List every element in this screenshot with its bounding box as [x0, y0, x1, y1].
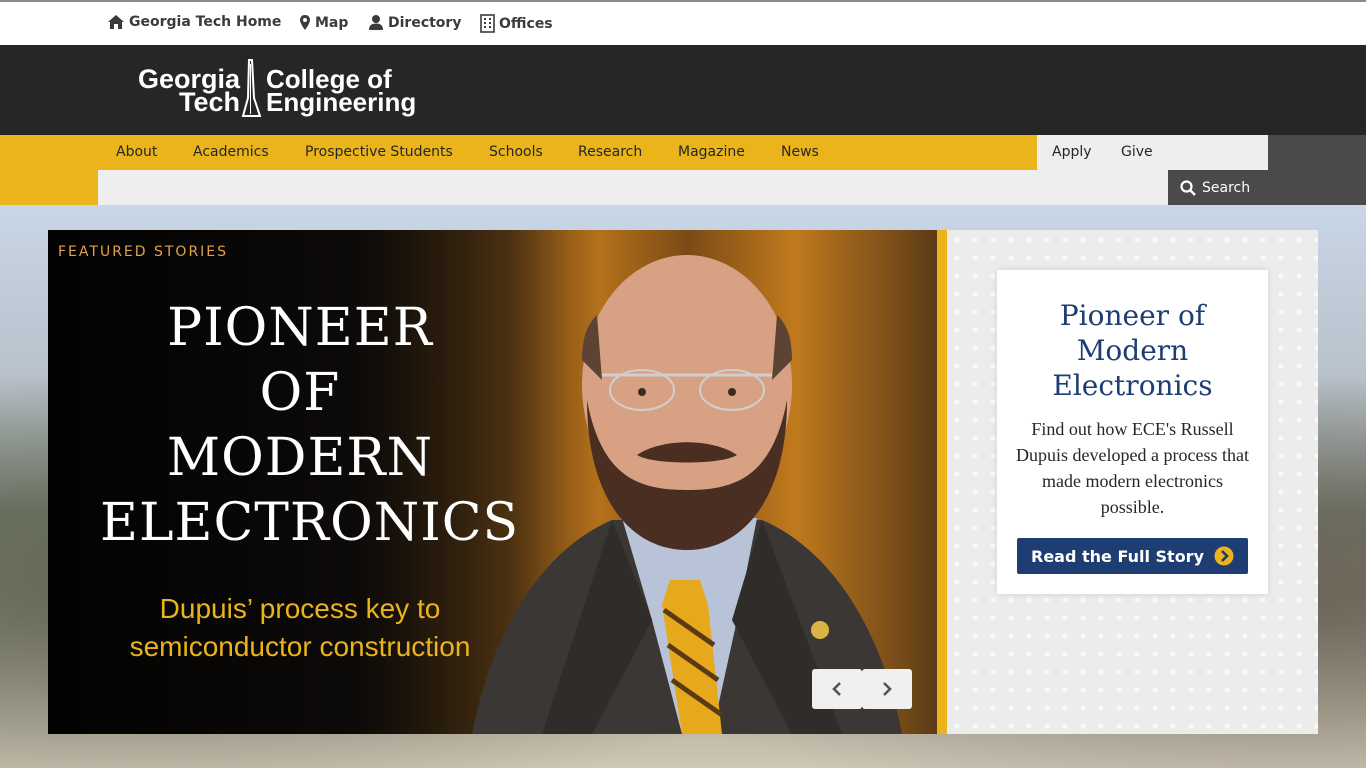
nav-item-schools[interactable]: Schools — [489, 144, 543, 160]
arrow-circle-right-icon — [1214, 546, 1234, 566]
subhead-line-1: Dupuis’ process key to — [159, 593, 441, 624]
georgia-tech-home-link[interactable]: Georgia Tech Home — [107, 14, 281, 30]
search-label: Search — [1202, 179, 1251, 196]
search-button[interactable]: Search — [1168, 170, 1268, 205]
apply-link[interactable]: Apply — [1052, 144, 1092, 160]
map-pin-icon — [300, 15, 310, 30]
nav-item-news[interactable]: News — [781, 144, 819, 160]
search-icon — [1180, 179, 1196, 196]
logo-graphic: Georgia Tech College of Engineering — [138, 59, 416, 117]
offices-link[interactable]: Offices — [480, 14, 553, 33]
home-icon — [108, 15, 124, 29]
chevron-left-icon — [832, 682, 841, 696]
main-nav-accent — [0, 170, 98, 205]
read-full-story-label: Read the Full Story — [1031, 546, 1204, 566]
story-card-title: Pioneer of Modern Electronics — [997, 298, 1268, 403]
offices-label: Offices — [499, 15, 553, 32]
chevron-right-icon — [883, 682, 892, 696]
person-icon — [369, 15, 383, 30]
utility-bar: Georgia Tech Home Map Directory Offices — [0, 0, 1366, 45]
previous-slide-button[interactable] — [812, 669, 862, 709]
slide-subhead: Dupuis’ process key to semiconductor con… — [120, 590, 480, 666]
featured-stories-label: FEATURED STORIES — [58, 244, 229, 260]
college-logo[interactable]: Georgia Tech College of Engineering — [116, 58, 446, 122]
directory-label: Directory — [388, 14, 462, 31]
nav-item-academics[interactable]: Academics — [193, 144, 269, 160]
featured-portrait — [472, 255, 902, 734]
subhead-line-2: semiconductor construction — [129, 631, 471, 662]
card-title-line-2: Modern — [1076, 334, 1189, 367]
read-full-story-button[interactable]: Read the Full Story — [1017, 538, 1248, 574]
building-icon — [480, 14, 495, 33]
headline-line-1: PIONEER — [167, 298, 433, 358]
card-title-line-3: Electronics — [1052, 369, 1213, 402]
subnav-bar — [98, 170, 1168, 205]
map-label: Map — [315, 14, 349, 31]
give-link[interactable]: Give — [1121, 144, 1153, 160]
story-card-text: Find out how ECE's Russell Dupuis develo… — [1016, 419, 1249, 517]
svg-text:Tech: Tech — [179, 87, 240, 117]
svg-text:Engineering: Engineering — [266, 87, 416, 117]
nav-item-about[interactable]: About — [116, 144, 157, 160]
nav-dark-block — [1268, 135, 1366, 205]
directory-link[interactable]: Directory — [368, 14, 461, 31]
next-slide-button[interactable] — [862, 669, 912, 709]
map-link[interactable]: Map — [299, 14, 348, 31]
slide-divider — [937, 230, 947, 734]
nav-item-research[interactable]: Research — [578, 144, 642, 160]
nav-item-prospective-students[interactable]: Prospective Students — [305, 144, 453, 160]
headline-line-2: OF — [259, 363, 341, 423]
nav-item-magazine[interactable]: Magazine — [678, 144, 745, 160]
slide-headline: PIONEER OF MODERN ELECTRONICS — [100, 296, 520, 556]
card-title-line-1: Pioneer of — [1059, 299, 1206, 332]
headline-line-4: ELECTRONICS — [100, 493, 520, 553]
georgia-tech-home-label: Georgia Tech Home — [129, 14, 282, 30]
headline-line-3: MODERN — [166, 428, 434, 488]
